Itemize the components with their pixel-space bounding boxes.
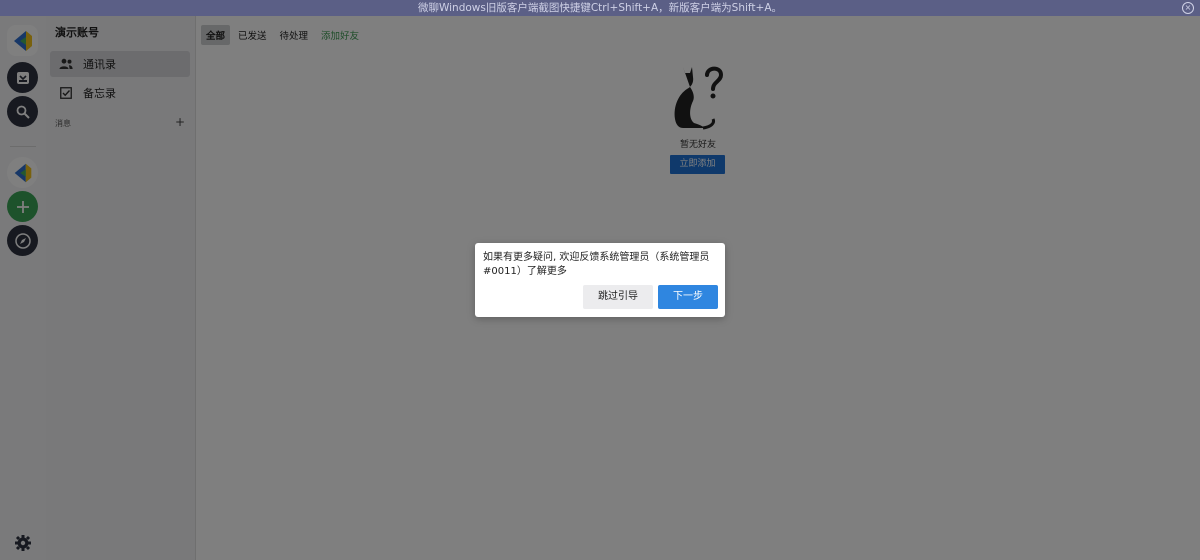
dialog-message: 如果有更多疑问, 欢迎反馈系统管理员（系统管理员#0011）了解更多 (483, 252, 710, 277)
close-icon[interactable]: × (1182, 2, 1194, 14)
skip-guide-button[interactable]: 跳过引导 (583, 285, 653, 309)
banner-text: 微聊Windows旧版客户端截图快捷键Ctrl+Shift+A，新版客户端为Sh… (417, 2, 783, 14)
top-banner: 微聊Windows旧版客户端截图快捷键Ctrl+Shift+A，新版客户端为Sh… (0, 0, 1200, 16)
next-step-button[interactable]: 下一步 (658, 285, 718, 309)
guide-dialog: 如果有更多疑问, 欢迎反馈系统管理员（系统管理员#0011）了解更多 跳过引导 … (475, 243, 725, 317)
